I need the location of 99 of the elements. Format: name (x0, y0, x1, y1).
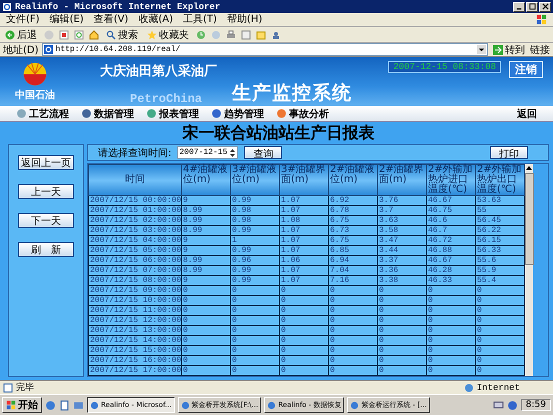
nav-item[interactable]: 报表管理 (146, 106, 199, 120)
menu-item[interactable]: 编辑(E) (50, 14, 84, 26)
table-cell: 2007/12/15 09:00:00 (88, 286, 182, 296)
spinner-icon[interactable] (229, 148, 236, 158)
nav-icon (16, 108, 27, 119)
logout-button[interactable]: 注销 (509, 61, 543, 78)
close-icon (542, 3, 548, 10)
table-cell: 2007/12/15 15:00:00 (88, 346, 182, 356)
maximize-button[interactable] (526, 2, 538, 12)
back-arrow-icon (5, 30, 15, 40)
clock: 8:59 (520, 399, 551, 411)
company-name: 大庆油田第八采油厂 (100, 62, 218, 80)
table-cell: 2007/12/15 00:00:00 (88, 196, 182, 206)
app-icon (267, 400, 276, 410)
table-cell: 2007/12/15 11:00:00 (88, 306, 182, 316)
menu-item[interactable]: 查看(V) (94, 14, 128, 26)
query-label: 请选择查询时间: (98, 146, 172, 160)
table-cell: 2007/12/15 17:00:00 (88, 366, 182, 376)
messenger-icon[interactable] (271, 30, 281, 40)
date-field[interactable]: 2007-12-15 (177, 146, 238, 159)
window-title: Realinfo - Microsoft Internet Explorer (15, 2, 220, 12)
app-icon (90, 400, 99, 410)
close-button[interactable] (539, 2, 551, 12)
table-cell: 2007/12/15 01:00:00 (88, 206, 182, 216)
start-button[interactable]: 开始 (2, 397, 42, 413)
column-header: 2#油罐界面(m) (378, 164, 426, 196)
petal-logo-icon (22, 62, 48, 88)
back-link[interactable]: 返回 (517, 106, 537, 120)
table-cell: 2007/12/15 10:00:00 (88, 296, 182, 306)
app-icon (350, 400, 360, 410)
minimize-button[interactable] (513, 2, 525, 12)
nav-icon (81, 108, 92, 119)
links-label[interactable]: 链接 (530, 42, 550, 56)
column-header: 时间 (88, 164, 182, 196)
table-cell: 2007/12/15 07:00:00 (88, 266, 182, 276)
column-header: 2#油罐液位(m) (328, 164, 378, 196)
menu-item[interactable]: 工具(T) (183, 14, 217, 26)
menu-item[interactable]: 文件(F) (6, 14, 40, 26)
zone-text: Internet (476, 382, 520, 392)
folder-icon[interactable] (256, 30, 266, 40)
back-button[interactable]: 后退 (3, 28, 39, 41)
column-header: 3#油罐界面(m) (280, 164, 328, 196)
table-cell: 2007/12/15 02:00:00 (88, 216, 182, 226)
app-icon (180, 400, 190, 410)
scrollbar[interactable] (525, 164, 533, 376)
history-icon[interactable] (196, 30, 206, 40)
table-cell: 2007/12/15 06:00:00 (88, 256, 182, 266)
date-time-display: 2007-12-15 08:33:08 (388, 61, 501, 73)
menu-item[interactable]: 帮助(H) (226, 14, 262, 26)
search-icon (106, 30, 116, 40)
table-cell: 2007/12/15 13:00:00 (88, 326, 182, 336)
table-cell: 2007/12/15 12:00:00 (88, 316, 182, 326)
report-title: 宋一联合站油站生产日报表 (181, 122, 376, 144)
table-cell: 2007/12/15 14:00:00 (88, 336, 182, 346)
nav-item[interactable]: 工艺流程 (16, 106, 69, 120)
column-header: 2#外输加热炉进口温度(℃) (426, 164, 476, 196)
table-cell: 2007/12/15 03:00:00 (88, 226, 182, 236)
column-header: 4#油罐液位(m) (182, 164, 230, 196)
column-header: 2#外输加热炉出口温度(℃) (476, 164, 524, 196)
table-cell: 2007/12/15 04:00:00 (88, 236, 182, 246)
page-icon (44, 45, 53, 54)
stop-icon[interactable] (59, 30, 69, 40)
go-button[interactable]: 转到 (491, 43, 527, 56)
maximize-icon (528, 3, 536, 10)
arrow-icon (493, 44, 503, 54)
side-button[interactable]: 上一天 (18, 184, 74, 199)
side-button[interactable]: 返回上一页 (18, 155, 74, 170)
column-header: 3#油罐液位(m) (230, 164, 280, 196)
nav-icon (146, 108, 157, 119)
windows-logo-icon (6, 400, 16, 410)
refresh-icon[interactable] (74, 30, 84, 40)
table-cell: 2007/12/15 16:00:00 (88, 356, 182, 366)
menu-item[interactable]: 收藏(A) (138, 14, 173, 26)
nav-icon (211, 108, 222, 119)
network-icon (492, 400, 504, 410)
status-text: 完毕 (16, 382, 34, 394)
logo-text: 中国石油 (15, 88, 55, 102)
nav-icon (276, 108, 287, 119)
search-button[interactable]: 搜索 (104, 28, 140, 41)
print-button[interactable]: 打印 (490, 146, 528, 159)
system-title: 生产监控系统 (232, 81, 352, 106)
table-cell: 2007/12/15 05:00:00 (88, 246, 182, 256)
address-field[interactable]: http://10.64.208.119/real/ (42, 43, 488, 56)
nav-item[interactable]: 趋势管理 (211, 106, 264, 120)
nav-item[interactable]: 事故分析 (276, 106, 329, 120)
windows-logo-icon (536, 14, 547, 25)
nav-item[interactable]: 数据管理 (81, 106, 134, 120)
brand-text: PetroChina (130, 92, 202, 106)
address-label: 地址(D) (3, 44, 39, 56)
side-button[interactable]: 刷 新 (18, 242, 74, 257)
star-icon (147, 30, 157, 40)
print-icon[interactable] (226, 30, 236, 40)
side-button[interactable]: 下一天 (18, 213, 74, 228)
favorites-button[interactable]: 收藏夹 (145, 28, 191, 41)
globe-icon (464, 382, 474, 392)
table-cell: 2007/12/15 08:00:00 (88, 276, 182, 286)
query-button[interactable]: 查询 (244, 146, 282, 159)
document-icon[interactable] (59, 400, 70, 410)
home-icon[interactable] (89, 30, 99, 40)
